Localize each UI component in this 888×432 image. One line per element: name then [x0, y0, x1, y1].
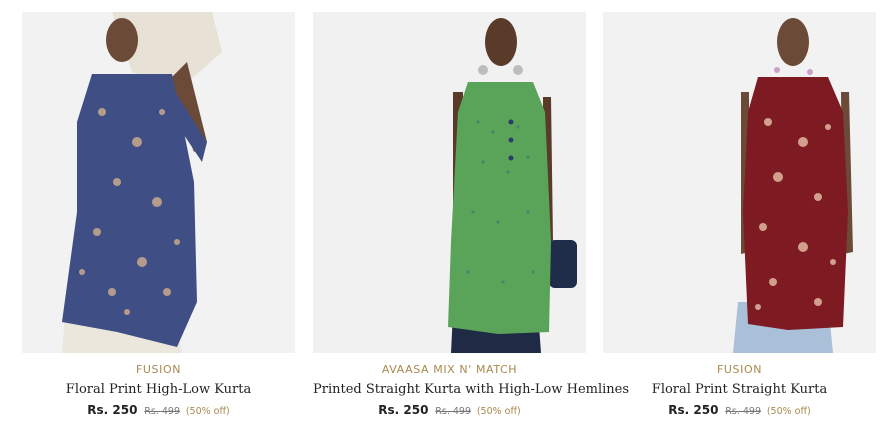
product-brand: AVAASA MIX N' MATCH — [381, 363, 518, 376]
product-price: Rs. 250 — [378, 403, 429, 417]
product-card[interactable]: AVAASA MIX N' MATCH Printed Straight Kur… — [313, 12, 629, 422]
product-brand: FUSION — [135, 363, 182, 376]
product-discount: (50% off) — [185, 406, 230, 417]
product-brand: FUSION — [716, 363, 763, 376]
price-row: Rs. 250 Rs. 499 (50% off) — [22, 402, 295, 418]
product-image[interactable] — [313, 12, 586, 353]
product-title[interactable]: Floral Print Straight Kurta — [603, 381, 876, 399]
product-title[interactable]: Floral Print High-Low Kurta — [22, 381, 295, 399]
product-mrp: Rs. 499 — [435, 406, 471, 417]
product-card[interactable]: FUSION Floral Print Straight Kurta Rs. 2… — [603, 12, 876, 422]
product-card[interactable]: FUSION Floral Print High-Low Kurta Rs. 2… — [22, 12, 295, 422]
product-mrp: Rs. 499 — [144, 406, 180, 417]
product-image[interactable] — [22, 12, 295, 353]
product-image[interactable] — [603, 12, 876, 353]
price-row: Rs. 250 Rs. 499 (50% off) — [313, 402, 586, 418]
product-title[interactable]: Printed Straight Kurta with High-Low Hem… — [313, 381, 629, 399]
product-price: Rs. 250 — [668, 403, 719, 417]
product-discount: (50% off) — [476, 406, 521, 417]
price-row: Rs. 250 Rs. 499 (50% off) — [603, 402, 876, 418]
product-mrp: Rs. 499 — [725, 406, 761, 417]
product-grid: FUSION Floral Print High-Low Kurta Rs. 2… — [0, 0, 888, 432]
product-discount: (50% off) — [766, 406, 811, 417]
product-price: Rs. 250 — [87, 403, 138, 417]
